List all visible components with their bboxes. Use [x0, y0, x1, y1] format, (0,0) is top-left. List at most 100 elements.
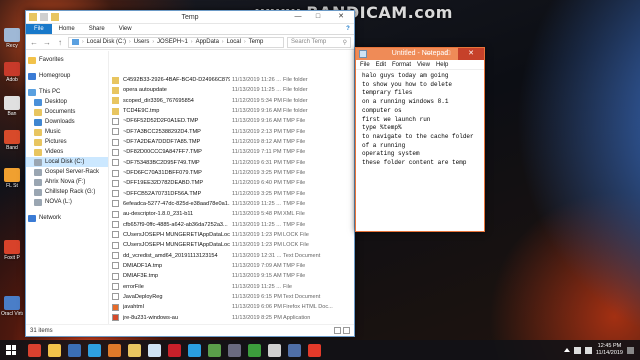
nav-item[interactable]: Network: [26, 213, 108, 223]
desktop-icon[interactable]: Ban: [1, 96, 23, 117]
nav-item[interactable]: Gospel Server-Rack: [26, 167, 108, 177]
tab-share[interactable]: Share: [82, 24, 112, 34]
tab-view[interactable]: View: [112, 24, 139, 34]
breadcrumb-item[interactable]: JOSEPH~1: [157, 39, 188, 45]
file-row[interactable]: jre-8u231-windows-au 11/13/2019 8:25 PM Ap…: [109, 312, 354, 322]
file-row[interactable]: ~DF7A2DEA7DDDF7A85.TMP 11/12/2019 8:12 AM…: [109, 137, 354, 147]
opera-icon[interactable]: [168, 343, 181, 357]
menu-view[interactable]: View: [417, 62, 430, 68]
file-row[interactable]: cfb657f9-0ffc-4885-a642-ab36da7252a3... 1…: [109, 219, 354, 229]
nav-item[interactable]: Documents: [26, 107, 108, 117]
nav-item[interactable]: NOVA (L:): [26, 197, 108, 207]
text-icon: [112, 252, 119, 260]
file-row[interactable]: ~DFD6FC70A31DBFF079.TMP 11/12/2019 3:25 P…: [109, 168, 354, 178]
nav-item[interactable]: Music: [26, 127, 108, 137]
media-icon[interactable]: [108, 343, 121, 357]
volume-icon[interactable]: [584, 346, 592, 354]
file-row[interactable]: ~DF82D00CCC9A847FF7.TMP 11/13/2019 7:11 P…: [109, 147, 354, 157]
notepad-maximize-button[interactable]: □: [438, 48, 458, 60]
up-arrow-icon[interactable]: ↑: [55, 38, 65, 47]
breadcrumb-item[interactable]: AppData: [196, 39, 219, 45]
file-row[interactable]: opera autoupdate 11/13/2019 11:25 ... File…: [109, 85, 354, 95]
notepad-titlebar[interactable]: Untitled - Notepad — □ ✕: [356, 48, 484, 60]
desktop-icon[interactable]: Adob: [1, 62, 23, 83]
minimize-button[interactable]: —: [288, 11, 308, 23]
details-view-icon[interactable]: [334, 327, 341, 334]
menu-edit[interactable]: Edit: [376, 62, 386, 68]
notepad-text-area[interactable]: halo guys today am going to show you how…: [358, 70, 482, 229]
file-row[interactable]: C4592B33-2926-4BAF-BC4D-D24966C879... 11/…: [109, 75, 354, 85]
menu-format[interactable]: Format: [392, 62, 411, 68]
file-row[interactable]: DMIAF3E.tmp 11/13/2019 9:15 AM TMP File: [109, 271, 354, 281]
file-row[interactable]: ~DFFCB52A70731DF56A.TMP 11/12/2019 3:25 P…: [109, 189, 354, 199]
network-icon[interactable]: [573, 346, 581, 354]
file-row[interactable]: 6efeadca-5277-47dc-825d-e38aad78e0a1... 1…: [109, 199, 354, 209]
maximize-button[interactable]: □: [308, 11, 328, 23]
desktop-icon[interactable]: FL St: [1, 168, 23, 189]
tab-file[interactable]: File: [26, 24, 52, 34]
forward-arrow-icon[interactable]: →: [42, 38, 52, 47]
app13-icon[interactable]: [268, 343, 281, 357]
file-row[interactable]: errorFile 11/13/2019 11:25 ... File: [109, 281, 354, 291]
address-bar[interactable]: › Local Disk (C:) › Users › JOSEPH~1 › AppData ›…: [68, 36, 284, 48]
nav-item[interactable]: Desktop: [26, 97, 108, 107]
breadcrumb-item[interactable]: Local: [227, 39, 241, 45]
file-row[interactable]: au-descriptor-1.8.0_231-b11 11/13/2019 5:…: [109, 209, 354, 219]
start-button[interactable]: [0, 340, 22, 360]
notepad-close-button[interactable]: ✕: [458, 48, 484, 60]
file-row[interactable]: ~DF6F52D52D2F0A1ED.TMP 11/13/2019 9:16 AM…: [109, 116, 354, 126]
nav-item[interactable]: Favorites: [26, 55, 108, 65]
app11-icon[interactable]: [228, 343, 241, 357]
explorer-titlebar[interactable]: Temp — □ ✕: [26, 11, 354, 24]
file-row[interactable]: JavaDeployReg 11/13/2019 6:15 PM Text Docu…: [109, 292, 354, 302]
virtualbox-icon[interactable]: [68, 343, 81, 357]
folder-icon[interactable]: [48, 343, 61, 357]
breadcrumb-item[interactable]: Users: [134, 39, 150, 45]
notepad-minimize-button[interactable]: —: [418, 48, 438, 60]
skype-icon[interactable]: [88, 343, 101, 357]
app10-icon[interactable]: [208, 343, 221, 357]
file-row[interactable]: DMIADF1A.tmp 11/13/2019 7:09 AM TMP File: [109, 261, 354, 271]
file-row[interactable]: ~DF7A3BCC25388292D4.TMP 11/13/2019 2:13 P…: [109, 127, 354, 137]
help-icon[interactable]: ?: [342, 24, 354, 34]
desktop-icon[interactable]: Band: [1, 130, 23, 151]
chrome-icon[interactable]: [28, 343, 41, 357]
file-row[interactable]: CUsersJOSEPH MUNGERETIAppDataLocal... 11/…: [109, 240, 354, 250]
menu-help[interactable]: Help: [436, 62, 448, 68]
nav-item[interactable]: Pictures: [26, 137, 108, 147]
nav-item[interactable]: Ahrix Nova (F:): [26, 177, 108, 187]
nav-item[interactable]: This PC: [26, 87, 108, 97]
search-input[interactable]: Search Temp ⚲: [287, 36, 351, 48]
app14-icon[interactable]: [288, 343, 301, 357]
back-arrow-icon[interactable]: ←: [29, 38, 39, 47]
notifications-icon[interactable]: [627, 346, 634, 354]
bandicam-icon[interactable]: [308, 343, 321, 357]
desktop-icon[interactable]: Recy: [1, 28, 23, 49]
large-icons-view-icon[interactable]: [343, 327, 350, 334]
explorer-icon[interactable]: [128, 343, 141, 357]
clock[interactable]: 12:45 PM 11/14/2019: [596, 343, 623, 357]
nav-item[interactable]: Local Disk (C:): [26, 157, 108, 167]
close-button[interactable]: ✕: [328, 11, 354, 23]
breadcrumb-item[interactable]: Local Disk (C:): [87, 39, 126, 45]
notepad-icon[interactable]: [148, 343, 161, 357]
desktop-icon[interactable]: Foxit P: [1, 240, 23, 261]
nav-item[interactable]: Videos: [26, 147, 108, 157]
file-row[interactable]: ~DFF19EE32D782DEABD.TMP 11/12/2019 6:40 P…: [109, 178, 354, 188]
breadcrumb-item[interactable]: Temp: [249, 39, 264, 45]
utorrent-icon[interactable]: [248, 343, 261, 357]
menu-file[interactable]: File: [360, 62, 370, 68]
nav-item[interactable]: Downloads: [26, 117, 108, 127]
file-row[interactable]: CUsersJOSEPH MUNGERETIAppDataLocal... 11/…: [109, 230, 354, 240]
file-row[interactable]: ~DF753483BC2D95F749.TMP 11/12/2019 6:31 P…: [109, 158, 354, 168]
file-row[interactable]: dd_vcredist_amd64_20191113123154 11/13/20…: [109, 250, 354, 260]
nav-item[interactable]: Homegroup: [26, 71, 108, 81]
nav-item[interactable]: Chillstep Rack (G:): [26, 187, 108, 197]
file-row[interactable]: TCD4E9C.tmp 11/13/2019 9:16 AM File folder: [109, 106, 354, 116]
desktop-icon[interactable]: Oracl VirtualB: [1, 296, 23, 317]
tab-home[interactable]: Home: [52, 24, 82, 34]
chevron-up-icon[interactable]: [563, 348, 570, 352]
telegram-icon[interactable]: [188, 343, 201, 357]
file-row[interactable]: scoped_dir3396_767695854 11/12/2019 5:34 …: [109, 96, 354, 106]
file-row[interactable]: javahtml 11/13/2019 6:06 PM Firefox HTML D…: [109, 302, 354, 312]
